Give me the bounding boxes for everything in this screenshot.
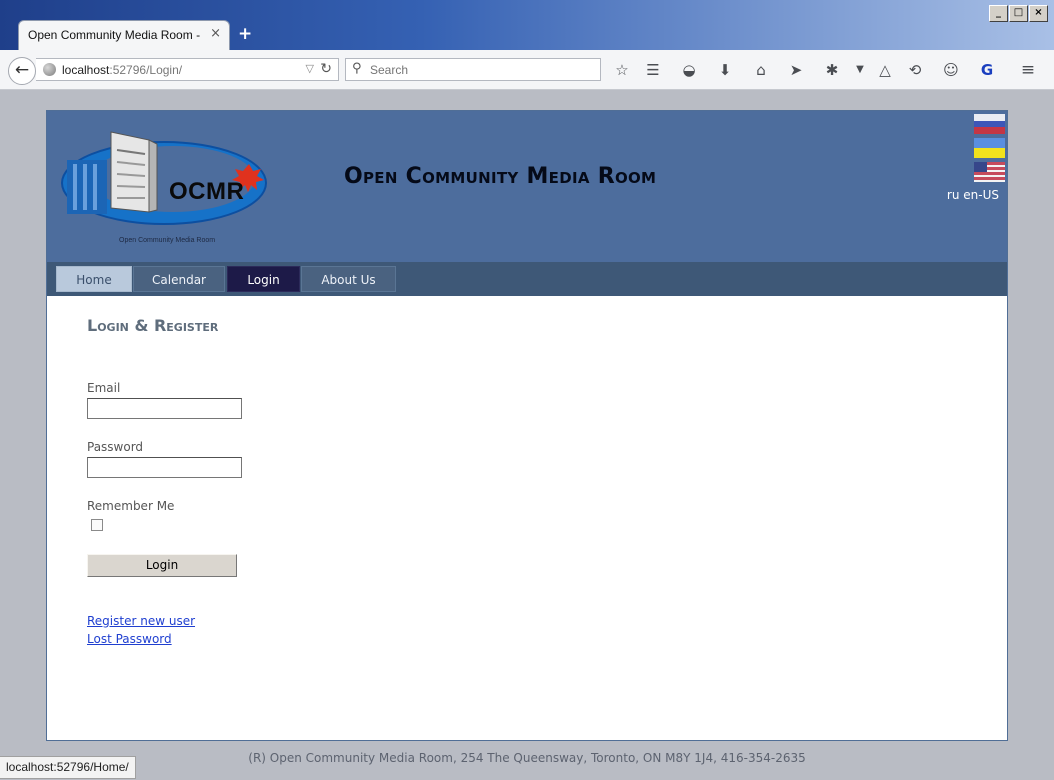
remember-me-checkbox[interactable]	[91, 519, 103, 531]
window-controls: _ □ ×	[989, 5, 1048, 22]
search-input[interactable]	[370, 62, 590, 78]
login-button[interactable]: Login	[87, 554, 237, 577]
email-label: Email	[87, 381, 121, 395]
close-window-button[interactable]: ×	[1029, 5, 1048, 22]
chat-icon[interactable]: ☺	[941, 60, 961, 80]
bookmark-star-icon[interactable]: ☆	[612, 60, 632, 80]
browser-toolbar: ← localhost:52796/Login/ ▽ ↻ ⚲ ☆ ☰ ◒ ⬇ ⌂…	[0, 50, 1054, 90]
main-menu: Home Calendar Login About Us	[47, 262, 1007, 296]
minimize-button[interactable]: _	[989, 5, 1008, 22]
ukraine-flag-icon[interactable]	[974, 138, 1005, 158]
browser-tab[interactable]: Open Community Media Room - Lo... ×	[18, 20, 230, 50]
tab-close-icon[interactable]: ×	[210, 26, 221, 41]
password-field[interactable]	[87, 457, 242, 478]
lang-en-us-link[interactable]: en-US	[963, 188, 999, 202]
extension-icon[interactable]: △	[875, 60, 895, 80]
send-icon[interactable]: ➤	[786, 60, 806, 80]
url-text: localhost:52796/Login/	[62, 63, 183, 77]
menu-item-login[interactable]: Login	[227, 266, 300, 292]
logo-caption: Open Community Media Room	[119, 237, 216, 244]
url-dropdown-icon[interactable]: ▽	[306, 62, 314, 75]
page-title: Login & Register	[87, 316, 219, 335]
maximize-button[interactable]: □	[1009, 5, 1028, 22]
email-field[interactable]	[87, 398, 242, 419]
ocmr-logo[interactable]: OCMR Open Community Media Room	[61, 130, 275, 244]
menu-icon[interactable]: ≡	[1018, 60, 1038, 80]
chevron-down-icon[interactable]: ▼	[850, 60, 870, 80]
new-tab-icon[interactable]: +	[238, 24, 252, 44]
translate-icon[interactable]: G	[977, 60, 997, 80]
page-footer: (R) Open Community Media Room, 254 The Q…	[248, 751, 806, 765]
home-icon[interactable]: ⌂	[751, 60, 771, 80]
site-title: Open Community Media Room	[344, 164, 657, 189]
menu-item-about-us[interactable]: About Us	[301, 266, 396, 292]
back-button[interactable]: ←	[8, 57, 36, 85]
history-icon[interactable]: ⟲	[905, 60, 925, 80]
remember-me-label: Remember Me	[87, 499, 175, 513]
search-bar[interactable]: ⚲	[345, 58, 601, 81]
window-titlebar: Open Community Media Room - Lo... × + _ …	[0, 0, 1054, 50]
search-icon: ⚲	[352, 61, 362, 76]
globe-icon	[43, 63, 56, 76]
address-bar[interactable]: localhost:52796/Login/ ▽ ↻	[36, 58, 339, 81]
reading-list-icon[interactable]: ☰	[643, 60, 663, 80]
status-bar: localhost:52796/Home/	[0, 756, 136, 779]
site-header: OCMR Open Community Media Room Open Comm…	[47, 111, 1007, 262]
russia-flag-icon[interactable]	[974, 114, 1005, 134]
register-link[interactable]: Register new user	[87, 614, 195, 628]
lang-ru-link[interactable]: ru	[947, 188, 960, 202]
menu-item-calendar[interactable]: Calendar	[133, 266, 225, 292]
page-viewport: OCMR Open Community Media Room Open Comm…	[0, 90, 1054, 780]
usa-flag-icon[interactable]	[974, 162, 1005, 182]
language-switcher: ru en-US	[947, 188, 999, 202]
reload-icon[interactable]: ↻	[320, 61, 332, 77]
password-label: Password	[87, 440, 144, 454]
bug-icon[interactable]: ✱	[822, 60, 842, 80]
lost-password-link[interactable]: Lost Password	[87, 632, 172, 646]
menu-item-home[interactable]: Home	[56, 266, 132, 292]
tab-title: Open Community Media Room - Lo...	[28, 28, 200, 42]
back-arrow-icon: ←	[14, 60, 30, 80]
download-icon[interactable]: ⬇	[715, 60, 735, 80]
pocket-icon[interactable]: ◒	[679, 60, 699, 80]
web-page: OCMR Open Community Media Room Open Comm…	[46, 110, 1008, 741]
logo-text: OCMR	[169, 178, 245, 205]
